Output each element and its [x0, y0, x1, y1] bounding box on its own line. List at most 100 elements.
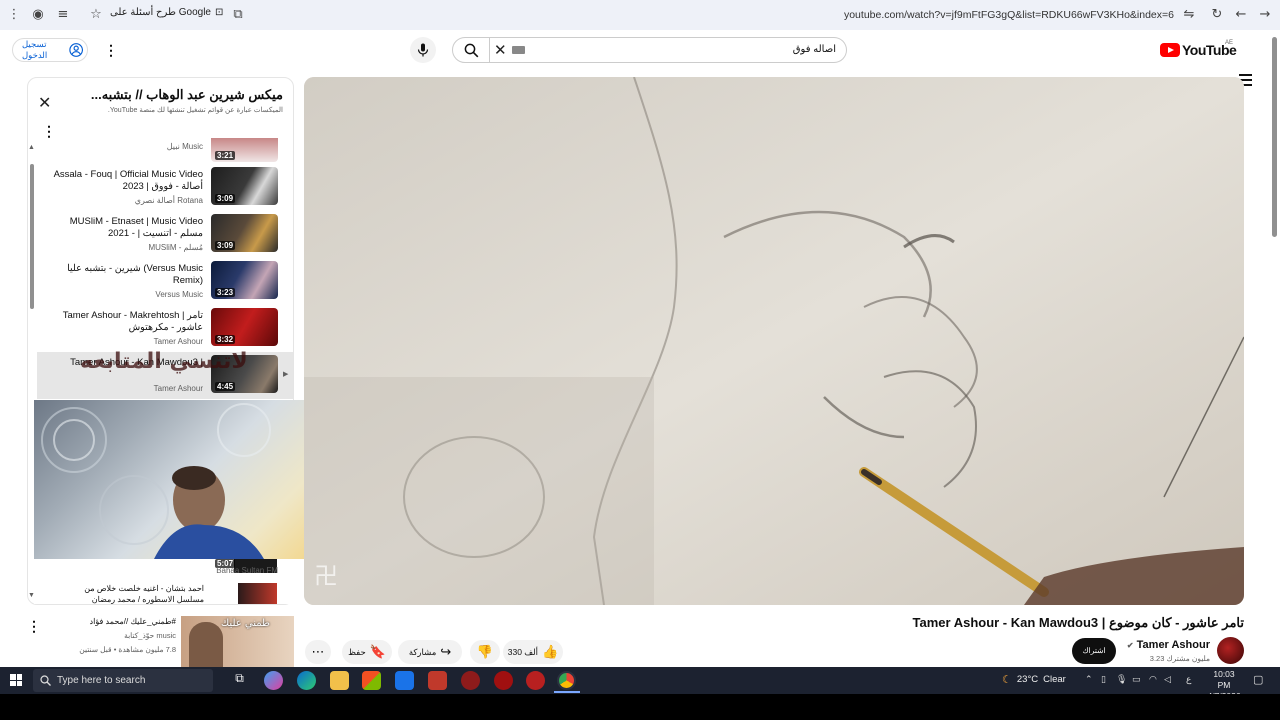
voice-search-button[interactable] [410, 37, 436, 63]
settings-more-icon[interactable]: ⋮ [104, 42, 118, 59]
tray-mic-icon[interactable]: 🎙 [1116, 675, 1127, 685]
tray-tablet-icon[interactable]: ▯ [1101, 675, 1106, 685]
video-player[interactable]: 卍 [304, 77, 1244, 605]
weather-widget[interactable]: ☾ 23°C Clear [1002, 673, 1066, 686]
webcam-overlay [34, 400, 316, 559]
duration-badge: 3:09 [215, 194, 236, 203]
save-label: حفظ [348, 646, 366, 657]
like-button[interactable]: 330 ألف 👍 [503, 640, 563, 664]
channel-name: نبيل Music [166, 142, 203, 151]
scroll-up-icon[interactable]: ▲ [28, 144, 35, 151]
channel-watermark-icon[interactable]: 卍 [314, 556, 338, 591]
windows-start-icon[interactable] [10, 674, 22, 686]
app-icon-3[interactable] [526, 671, 545, 690]
playlist-item[interactable]: 5:07 Bahaa Sultan FM احمد بتشان - اغنيه … [34, 559, 294, 604]
youtube-play-icon [1160, 43, 1180, 57]
duration-badge: 4:45 [215, 382, 236, 391]
edge-icon[interactable] [297, 671, 316, 690]
copilot-icon[interactable] [264, 671, 283, 690]
now-playing-icon: ▶ [283, 371, 289, 378]
channel-avatar[interactable] [1217, 637, 1244, 664]
taskbar-search-placeholder: Type here to search [57, 675, 146, 686]
signin-button[interactable]: تسجيل الدخول [12, 38, 88, 62]
thumbnail-face [189, 622, 223, 667]
recommendation-more-icon[interactable]: ⋮ [27, 618, 41, 635]
windows-taskbar: Type here to search ⧉ ☾ 23°C Clear ⌃ ▯ 🎙… [0, 667, 1280, 701]
app-icon-2[interactable] [494, 671, 513, 690]
share-icon: ↪ [440, 644, 452, 660]
tray-camera-icon[interactable]: ▭ [1132, 675, 1141, 685]
channel-name: Tamer Ashour [153, 337, 203, 346]
active-app-indicator [554, 691, 580, 693]
channel-name: Tamer Ashour [153, 384, 203, 393]
language-indicator[interactable]: ع [1186, 675, 1191, 685]
clear-search-icon[interactable]: ✕ [494, 41, 507, 59]
video-title: MUSliM - Etnaset | Music Video 2021 - | … [69, 216, 203, 239]
playlist-item[interactable]: 3:23 شيرين - بتشبه عليا (Versus Music Re… [37, 258, 293, 305]
pencil-drawing-frame [304, 77, 1244, 605]
site-settings-icon[interactable]: ⇋ [1181, 7, 1197, 23]
share-button[interactable]: مشاركة ↪ [398, 640, 462, 664]
video-title: احمد بتشان - اغنيه خلصت خلاص من مسلسل ال… [84, 584, 204, 604]
region-code: AE [1225, 40, 1234, 46]
signin-label: تسجيل الدخول [22, 39, 48, 60]
screen-bottom-border [0, 694, 1280, 720]
tray-chevron-icon[interactable]: ⌃ [1085, 675, 1093, 685]
video-title: شيرين - بتشبه عليا (Versus Music Remix) [67, 263, 203, 286]
screenshot-icon[interactable]: ⧉ [230, 7, 246, 23]
back-icon[interactable]: ← [1233, 7, 1249, 23]
search-input[interactable]: ✕ اصاله فوق [490, 37, 847, 63]
user-icon [68, 43, 83, 57]
channel-name: Versus Music [155, 290, 203, 299]
more-actions-button[interactable]: ⋯ [305, 640, 331, 664]
task-view-icon[interactable]: ⧉ [230, 671, 249, 690]
recommendation-channel[interactable]: music حوّذ_كتابة [124, 631, 176, 640]
video-title: Tamer Ashour - Kan Mawdou3 | تامر عاشور … [912, 615, 1244, 630]
reading-list-icon[interactable]: ≡ [55, 7, 71, 23]
account-icon[interactable]: ◉ [30, 7, 46, 23]
channel-name-text: Tamer Ashour [1136, 639, 1210, 651]
keyboard-icon[interactable] [512, 46, 525, 54]
lens-icon: ⊡ [214, 7, 224, 18]
bookmark-star-icon[interactable]: ☆ [88, 7, 104, 23]
like-count: 330 ألف [507, 646, 539, 657]
lens-chip[interactable]: طرح أسئلة على Google ⊡ [110, 7, 223, 18]
url-text[interactable]: youtube.com/watch?v=jf9mFtFG3gQ&list=RDK… [844, 9, 1174, 21]
subscribe-button[interactable]: اشتراك [1072, 638, 1116, 664]
weather-temp: 23°C [1016, 674, 1039, 685]
wifi-icon[interactable]: ◠ [1149, 675, 1157, 685]
playlist-title[interactable]: ميكس شيرين عبد الوهاب // بتشبه... [68, 87, 283, 103]
weather-moon-icon: ☾ [1002, 674, 1012, 686]
store-icon[interactable] [362, 671, 381, 690]
page-scrollbar[interactable] [1270, 35, 1280, 665]
channel-name: Bahaa Sultan FM [216, 566, 278, 575]
playlist-item[interactable]: 3:09 MUSliM - Etnaset | Music Video 2021… [37, 211, 293, 258]
search-button[interactable] [452, 37, 490, 63]
app-icon[interactable] [461, 671, 480, 690]
save-button[interactable]: حفظ 🔖 [342, 640, 392, 664]
close-playlist-icon[interactable]: ✕ [38, 93, 51, 113]
reload-icon[interactable]: ↻ [1209, 7, 1225, 23]
search-icon [464, 43, 478, 58]
file-explorer-icon[interactable] [330, 671, 349, 690]
taskbar-search-input[interactable]: Type here to search [33, 669, 213, 692]
playlist-item[interactable]: 3:21 نبيل Music [37, 138, 293, 162]
chrome-icon[interactable] [557, 671, 576, 690]
webcam-scene [41, 403, 271, 559]
channel-name[interactable]: ✔ Tamer Ashour [1127, 639, 1210, 651]
browser-toolbar: ⋮ ◉ ≡ ☆ طرح أسئلة على Google ⊡ ⧉ youtube… [0, 0, 1280, 30]
forward-icon[interactable]: → [1257, 7, 1273, 23]
recommendation-title[interactable]: #طمني_عليك //محمد فؤاد [90, 617, 176, 626]
volume-icon[interactable]: ◁ [1164, 675, 1171, 685]
dislike-button[interactable]: 👎 [470, 640, 500, 664]
more-vert-icon[interactable]: ⋮ [6, 7, 22, 23]
thumbnail-caption: طمني عليك [221, 618, 270, 629]
mail-icon[interactable] [395, 671, 414, 690]
follow-overlay-text: لاتنسي المتابعه [80, 349, 248, 374]
recorder-icon[interactable] [428, 671, 447, 690]
recommendation-thumbnail[interactable]: طمني عليك [181, 616, 294, 667]
playlist-item[interactable]: 3:32 Tamer Ashour - Makrehtosh | تامر عا… [37, 305, 293, 352]
notification-icon[interactable]: ▢ [1253, 673, 1263, 686]
playlist-item[interactable]: 3:09 Assala - Fouq | Official Music Vide… [37, 164, 293, 211]
playlist-subtitle: الميكسات عبارة عن قوائم تشغيل تنشئها لك … [107, 107, 283, 114]
